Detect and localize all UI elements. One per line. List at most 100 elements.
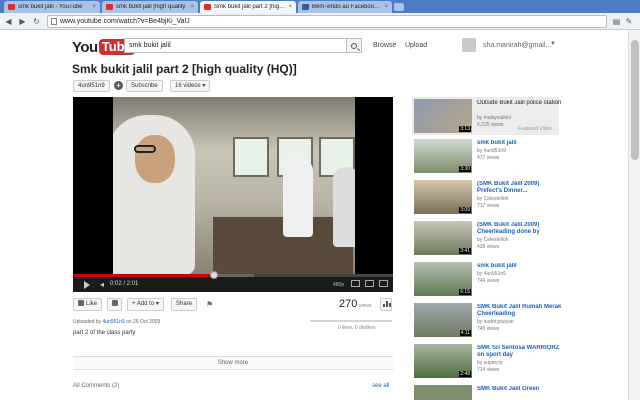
subscribe-button[interactable]: Subscribe (126, 80, 163, 92)
chevron-down-icon[interactable]: ▼ (550, 41, 556, 47)
close-tab-icon[interactable]: × (190, 4, 194, 10)
tab-title: Bem-vindo ao Facebook - o (312, 4, 383, 10)
featured-label: Featured Video (518, 126, 553, 132)
duration-badge: 4:11 (459, 330, 471, 336)
related-video-views: 746 views (477, 278, 500, 284)
wrench-icon[interactable]: ✎ (624, 16, 634, 27)
related-video-item[interactable]: 3:13 Outside Bukit Jalil police station … (412, 97, 562, 137)
add-to-button[interactable]: + Add to ▾ (127, 298, 164, 311)
scrubber-handle[interactable] (209, 271, 218, 279)
related-video-views: 714 views (477, 367, 500, 373)
video-thumbnail[interactable]: 2:48 (414, 344, 472, 378)
page-icon (51, 18, 57, 25)
page-scrollbar[interactable] (628, 30, 640, 400)
related-video-title[interactable]: SMK Bukit Jalil Rumah Merak Cheerleading (477, 304, 562, 318)
address-bar[interactable]: www.youtube.com/watch?v=Be4bjKi_VaU (47, 15, 607, 28)
avatar[interactable] (462, 38, 476, 52)
reload-icon[interactable]: ↻ (31, 16, 42, 27)
like-button[interactable]: Like (73, 298, 103, 311)
browser-tab[interactable]: smk bukit jalil [high quality × (102, 1, 198, 13)
related-video-author: by 4un951n9 (477, 148, 506, 154)
related-video-title[interactable]: (SMK Bukit Jalil 2009) Prefect's Dinner.… (477, 181, 562, 195)
related-video-title[interactable]: SMK Sri Sentosa WARRIORZ on sport day (477, 345, 562, 359)
logo-you: You (72, 38, 98, 56)
like-label: Like (86, 301, 98, 307)
play-icon[interactable] (84, 281, 90, 289)
upload-link[interactable]: Upload (405, 42, 427, 49)
forward-arrow-icon[interactable]: ▶ (17, 16, 28, 27)
related-video-title[interactable]: smk bukit jalil (477, 140, 562, 147)
related-video-views: 438 views (477, 244, 500, 250)
duration-badge: 3:09 (459, 207, 471, 213)
upload-info: Uploaded by 4un951n9 on 26 Oct 2009 (73, 319, 160, 325)
search-button[interactable] (346, 38, 362, 53)
flag-icon[interactable]: ⚑ (206, 300, 213, 309)
search-input[interactable]: smk bukit jalil (124, 38, 348, 53)
duration-badge: 6:15 (459, 289, 471, 295)
close-tab-icon[interactable]: × (288, 4, 292, 10)
new-tab-button[interactable] (394, 3, 404, 11)
video-player[interactable]: ◂ 0:02 / 2:01 480p (73, 97, 393, 292)
browser-tab-active[interactable]: Smk bukit jalil part 2 [high q × (200, 1, 296, 13)
video-thumbnail[interactable]: 3:09 (414, 180, 472, 214)
video-thumbnail[interactable] (414, 385, 472, 400)
fullscreen-icon[interactable] (379, 280, 388, 287)
duration-badge: 2:48 (459, 371, 471, 377)
window (233, 137, 269, 177)
related-video-item[interactable]: 3:09 (SMK Bukit Jalil 2009) Prefect's Di… (412, 178, 562, 218)
video-thumbnail[interactable]: 3:13 (414, 99, 472, 133)
browser-toolbar: ◀ ▶ ↻ www.youtube.com/watch?v=Be4bjKi_Va… (0, 13, 640, 30)
close-tab-icon[interactable]: × (384, 4, 388, 10)
scrollbar-thumb[interactable] (631, 40, 639, 160)
url-text: www.youtube.com/watch?v=Be4bjKi_VaU (60, 18, 190, 25)
related-video-item[interactable]: 4:11 SMK Bukit Jalil Rumah Merak Cheerle… (412, 301, 562, 341)
share-button[interactable]: Share (171, 298, 198, 311)
stats-button[interactable] (380, 298, 392, 311)
related-videos: 3:13 Outside Bukit Jalil police station … (412, 97, 562, 400)
video-thumbnail[interactable]: 6:15 (414, 262, 472, 296)
channel-button[interactable]: 4un951n9 (73, 80, 110, 92)
dislike-button[interactable] (107, 298, 122, 311)
quality-selector[interactable]: 480p (333, 282, 344, 288)
chevron-down-icon: ▾ (202, 83, 206, 89)
browse-link[interactable]: Browse (373, 42, 396, 49)
related-video-item[interactable]: 3:41 (SMK Bukit Jalil 2009) Cheerleading… (412, 219, 562, 259)
upload-date: on 26 Oct 2009 (126, 319, 161, 325)
show-more-button[interactable]: Show more (73, 356, 393, 370)
back-arrow-icon[interactable]: ◀ (3, 16, 14, 27)
tab-title: smk bukit jalil [high quality (116, 4, 186, 10)
related-video-author: by malaysiakini (477, 115, 511, 121)
related-video-title[interactable]: SMK Bukit Jalil Green (477, 386, 562, 393)
video-thumbnail[interactable]: 4:11 (414, 303, 472, 337)
related-video-title[interactable]: smk bukit jalil (477, 263, 562, 270)
related-video-item[interactable]: 3:30 smk bukit jalil by 4un951n9 477 vie… (412, 137, 562, 177)
related-video-author: by Celestelloh (477, 196, 509, 202)
time-display: 0:02 / 2:01 (110, 281, 139, 287)
bar-chart-icon (389, 303, 391, 307)
subscribe-plus-icon[interactable]: + (114, 81, 123, 90)
glasses (134, 145, 156, 153)
video-frame (113, 97, 355, 275)
related-video-title[interactable]: (SMK Bukit Jalil 2009) Cheerleading done… (477, 222, 562, 236)
related-video-item[interactable]: 2:48 SMK Sri Sentosa WARRIORZ on sport d… (412, 342, 562, 382)
related-video-item[interactable]: 6:15 smk bukit jalil by 4un951n9 746 vie… (412, 260, 562, 300)
close-tab-icon[interactable]: × (92, 4, 96, 10)
video-thumbnail[interactable]: 3:41 (414, 221, 472, 255)
page-menu-icon[interactable]: ▤ (611, 16, 622, 27)
related-video-title[interactable]: Outside Bukit Jalil police station (477, 100, 562, 107)
browser-tab[interactable]: Bem-vindo ao Facebook - o × (298, 1, 392, 13)
youtube-favicon-icon (8, 4, 15, 10)
popout-icon[interactable] (351, 280, 360, 287)
video-thumbnail[interactable]: 3:30 (414, 139, 472, 173)
search-icon (351, 42, 357, 49)
theater-icon[interactable] (365, 280, 374, 287)
uploader-link[interactable]: 4un951n9 (102, 319, 124, 325)
browser-tab[interactable]: smk bukit jalil - YouTube × (4, 1, 100, 13)
student-figure (333, 167, 355, 247)
related-video-item[interactable]: SMK Bukit Jalil Green (412, 383, 562, 400)
video-count-dropdown[interactable]: 16 videos ▾ (170, 80, 211, 92)
username[interactable]: sha.manirah@gmail... (483, 42, 551, 49)
tab-title: Smk bukit jalil part 2 [high q (214, 4, 287, 10)
see-all-link[interactable]: see all (372, 383, 389, 389)
volume-icon[interactable]: ◂ (100, 281, 108, 289)
